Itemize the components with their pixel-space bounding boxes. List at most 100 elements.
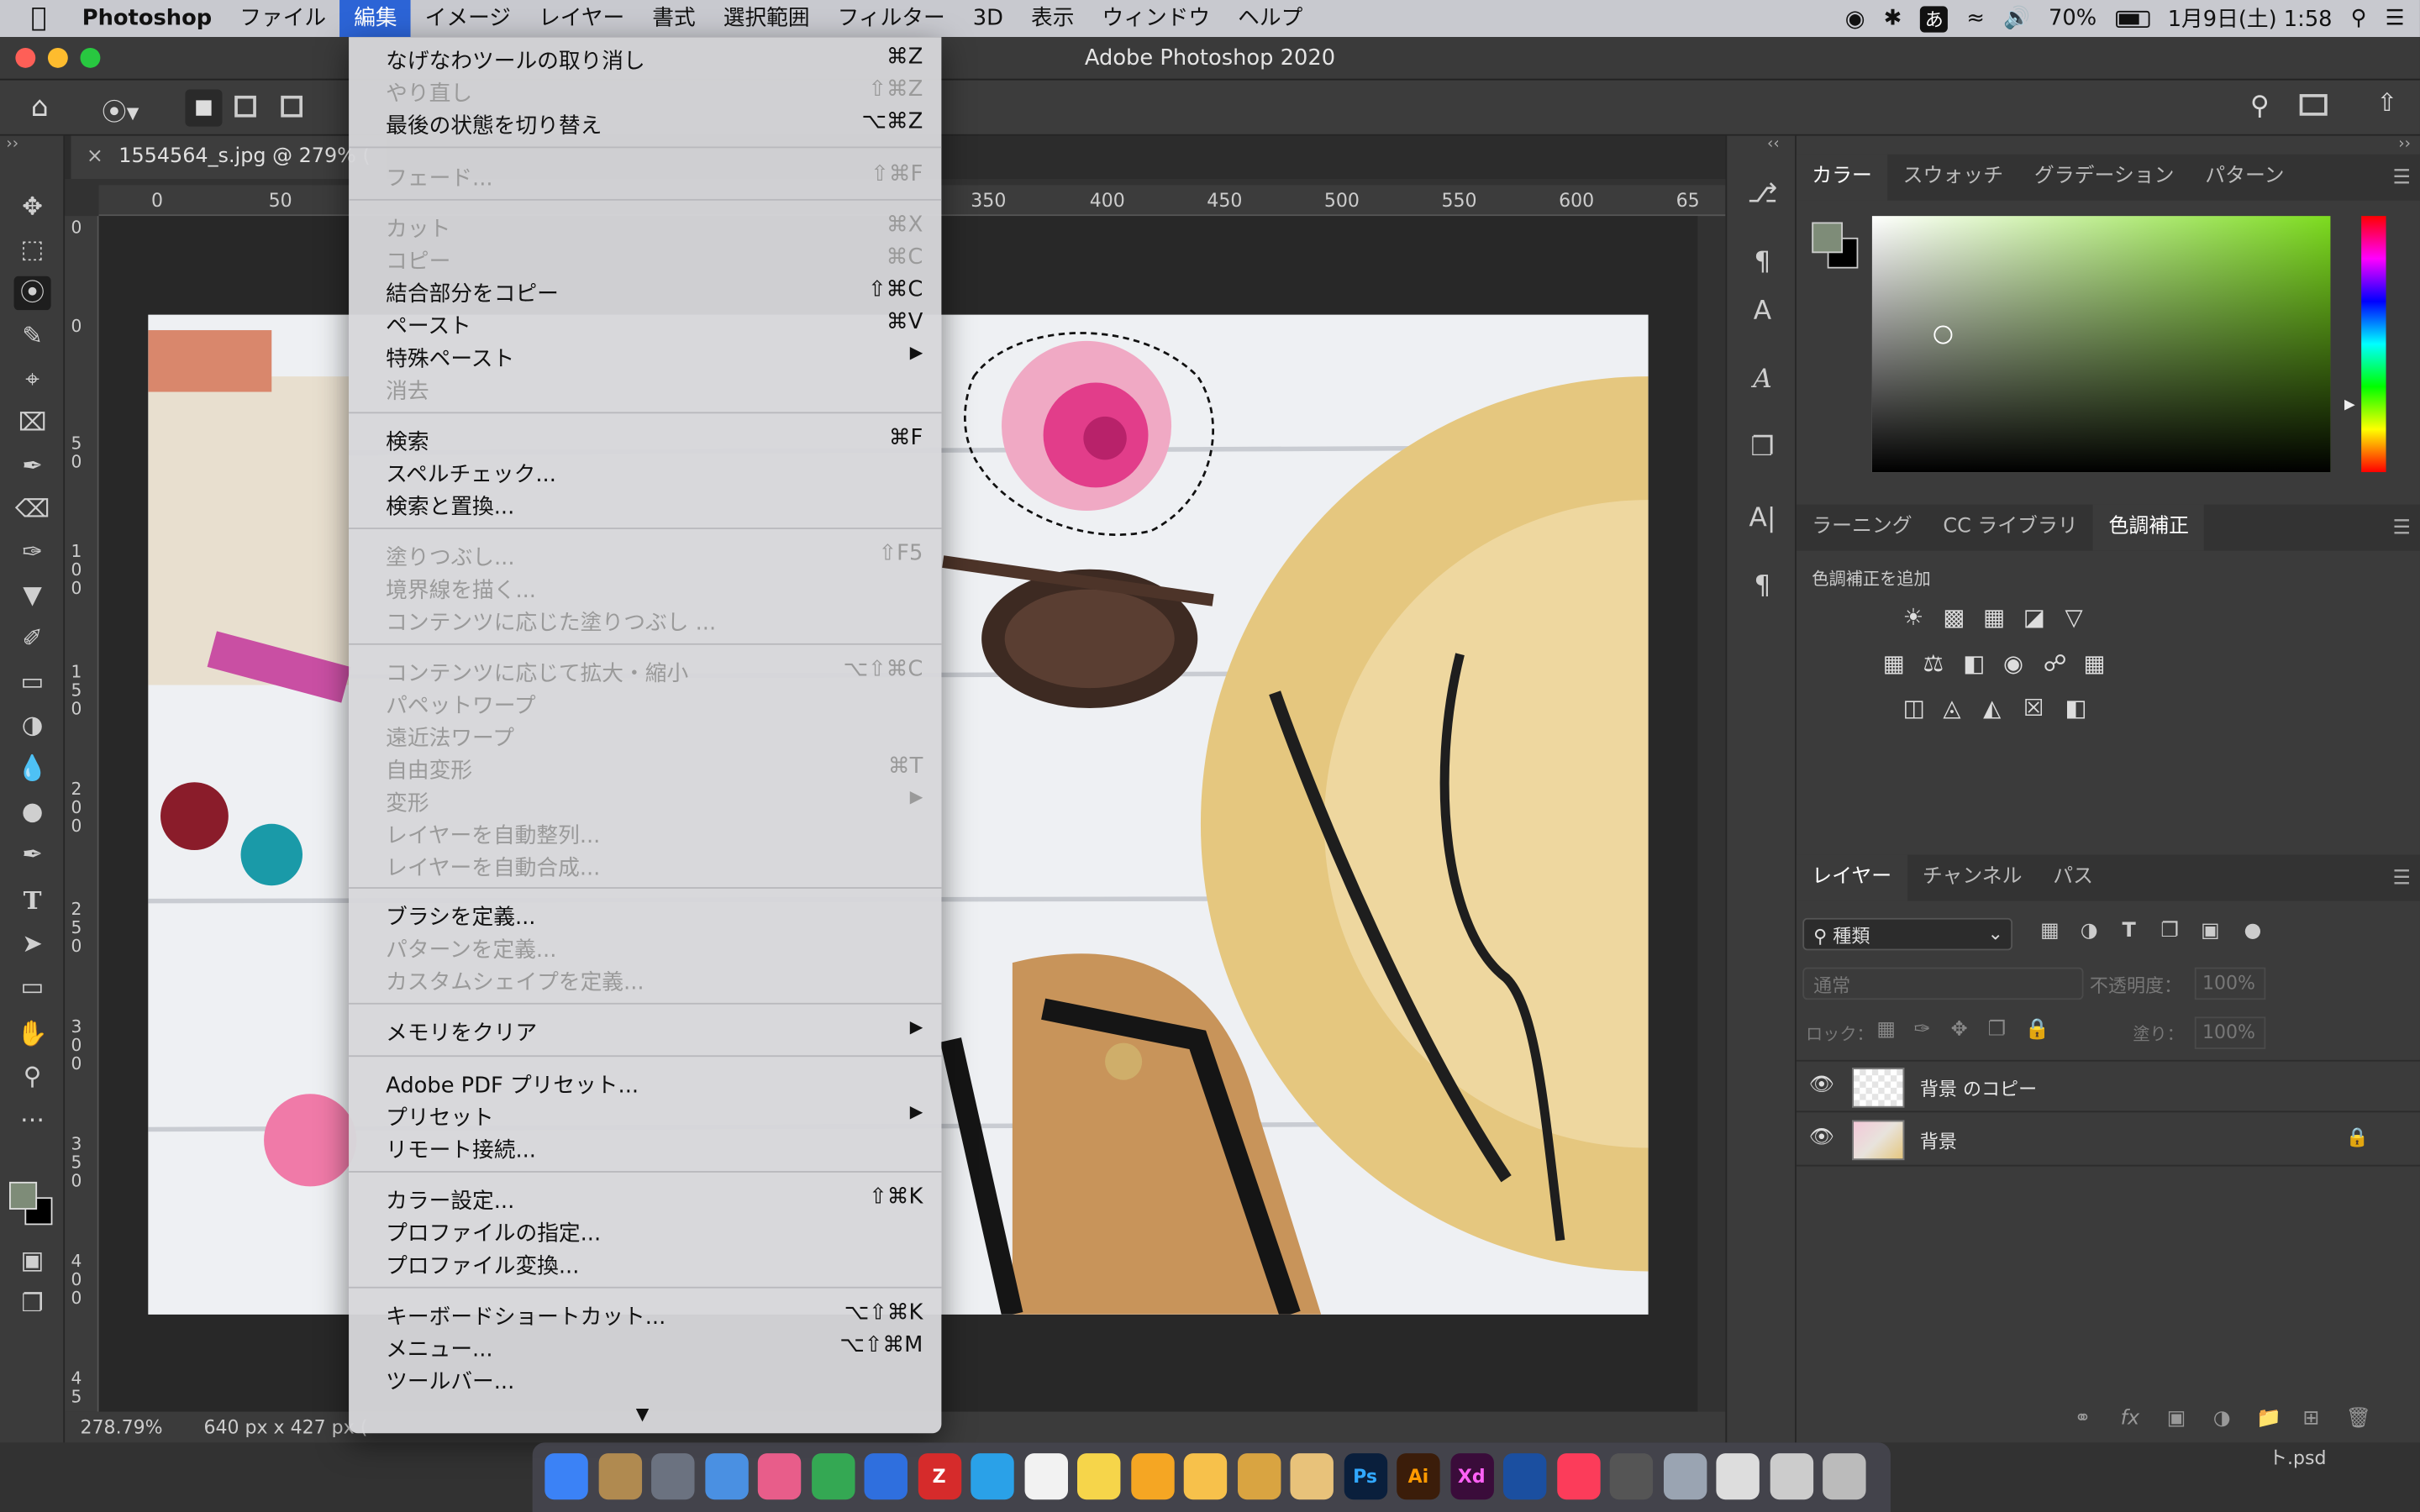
fill-field[interactable]: 100% [2194, 1016, 2266, 1049]
apple-icon[interactable]:  [0, 0, 68, 37]
collapse-panels-icon[interactable]: ›› [2398, 136, 2411, 153]
menu-item-clear[interactable]: 消去 [349, 372, 941, 404]
layer-row[interactable]: 👁 背景 🔒 [1796, 1114, 2420, 1167]
lock-artboard-icon[interactable]: ❐ [1988, 1018, 2006, 1042]
tab-gradients[interactable]: グラデーション [2018, 155, 2189, 201]
menu-item-convert-profile[interactable]: プロファイル変換... [349, 1247, 941, 1278]
tab-swatches[interactable]: スウォッチ [1887, 155, 2018, 201]
menu-item-copy-merged[interactable]: 結合部分をコピー ⇧⌘C [349, 275, 941, 307]
menu-item-assign-profile[interactable]: プロファイルの指定... [349, 1214, 941, 1247]
healing-brush-tool-icon[interactable]: ⌫ [14, 492, 51, 526]
dock-app-icon[interactable] [811, 1453, 855, 1500]
dock-app-icon[interactable] [864, 1453, 908, 1500]
menu-item-cut[interactable]: カット ⌘X [349, 210, 941, 242]
menu-item-auto-blend[interactable]: レイヤーを自動合成... [349, 848, 941, 880]
paint-bucket-tool-icon[interactable]: ◑ [14, 708, 51, 742]
home-icon[interactable]: ⌂ [31, 91, 49, 123]
lock-transparent-icon[interactable]: ▦ [1876, 1018, 1896, 1042]
dock-app-icon[interactable] [1130, 1453, 1174, 1500]
zoom-level[interactable]: 278.79% [81, 1416, 163, 1438]
eyedropper-tool-icon[interactable]: ✒ [14, 449, 51, 482]
link-layers-icon[interactable]: ⚭ [2075, 1407, 2091, 1431]
menu-item-stroke[interactable]: 境界線を描く... [349, 571, 941, 603]
menu-item-spellcheck[interactable]: スペルチェック... [349, 455, 941, 487]
quick-select-tool-icon[interactable]: ✎ [14, 319, 51, 353]
3d-panel-icon[interactable]: ❐ [1744, 429, 1781, 466]
tab-paths[interactable]: パス [2038, 855, 2109, 901]
menu-help[interactable]: ヘルプ [1224, 0, 1317, 37]
rectangle-tool-icon[interactable]: ▭ [14, 970, 51, 1004]
type-tool-icon[interactable]: T [14, 884, 51, 917]
tab-adjustments[interactable]: 色調補正 [2093, 504, 2205, 551]
menu-item-define-shape[interactable]: カスタムシェイプを定義... [349, 963, 941, 995]
dock-app-icon[interactable]: Z [917, 1453, 961, 1500]
dock-app-icon[interactable] [1823, 1453, 1866, 1500]
paragraph-styles-icon[interactable]: ¶ [1744, 244, 1781, 281]
input-method-icon[interactable]: あ [1920, 5, 1949, 32]
creative-cloud-icon[interactable]: ◉ [1845, 5, 1865, 33]
notification-center-icon[interactable]: ☰ [2386, 6, 2405, 30]
menu-item-purge[interactable]: メモリをクリア ▶ [349, 1014, 941, 1046]
opacity-field[interactable]: 100% [2194, 967, 2266, 1000]
color-field[interactable] [1871, 216, 2331, 473]
dodge-tool-icon[interactable]: ● [14, 795, 51, 828]
brush-tool-icon[interactable]: ✑ [14, 535, 51, 569]
gradient-map-icon[interactable]: ◧ [2065, 695, 2087, 722]
lock-all-icon[interactable]: 🔒 [2025, 1018, 2050, 1042]
menu-item-keyboard-shortcuts[interactable]: キーボードショートカット... ⌥⇧⌘K [349, 1298, 941, 1330]
panel-menu-icon[interactable]: ☰ [2393, 517, 2411, 540]
dock-app-icon[interactable] [1609, 1453, 1654, 1500]
dock-app-icon[interactable] [1556, 1453, 1600, 1500]
menu-item-define-brush[interactable]: ブラシを定義... [349, 898, 941, 930]
battery-icon[interactable] [2115, 9, 2149, 28]
layer-row[interactable]: 👁 背景 のコピー [1796, 1059, 2420, 1113]
menu-select[interactable]: 選択範囲 [709, 0, 823, 37]
crop-tool-icon[interactable]: ⌖ [14, 363, 51, 396]
menu-image[interactable]: イメージ [411, 0, 524, 37]
dock-app-icon[interactable] [597, 1453, 642, 1500]
curves-icon[interactable]: ▦ [1983, 603, 2005, 631]
pen-tool-icon[interactable]: ✒ [14, 837, 51, 871]
menu-layer[interactable]: レイヤー [525, 0, 639, 37]
tab-libraries[interactable]: CC ライブラリ [1928, 505, 2093, 551]
menu-window[interactable]: ウィンドウ [1088, 0, 1224, 37]
bluetooth-icon[interactable]: ✱ [1884, 6, 1902, 30]
menu-file[interactable]: ファイル [226, 0, 340, 37]
menu-item-paste-special[interactable]: 特殊ペースト ▶ [349, 339, 941, 372]
blur-tool-icon[interactable]: 💧 [14, 751, 51, 785]
menu-item-fade[interactable]: フェード... ⇧⌘F [349, 159, 941, 192]
add-mask-icon[interactable]: ▣ [2167, 1407, 2186, 1431]
type-filter-icon[interactable]: T [2122, 920, 2135, 943]
panel-menu-icon[interactable]: ☰ [2393, 867, 2411, 890]
menu-item-menus[interactable]: メニュー... ⌥⇧⌘M [349, 1330, 941, 1362]
hue-saturation-icon[interactable]: ▦ [1883, 649, 1905, 677]
dock-app-icon[interactable] [1183, 1453, 1228, 1500]
collapse-toolbar-icon[interactable]: ›› [6, 136, 18, 153]
zoom-tool-icon[interactable]: ⚲ [14, 1060, 51, 1094]
history-panel-icon[interactable]: ⎇ [1744, 176, 1781, 213]
dock-app-icon[interactable]: Ai [1397, 1453, 1440, 1500]
document-tab[interactable]: × 1554564_s.jpg @ 279% ( [71, 135, 387, 180]
eye-icon[interactable]: 👁 [1809, 1074, 1834, 1097]
layer-name[interactable]: 背景 のコピー [1920, 1075, 2037, 1101]
vibrance-icon[interactable]: ▽ [2065, 603, 2083, 631]
menu-item-puppet-warp[interactable]: パペットワープ [349, 686, 941, 719]
dock-app-icon[interactable] [704, 1453, 748, 1500]
search-icon[interactable]: ⚲ [2250, 91, 2270, 122]
adjustment-filter-icon[interactable]: ◑ [2081, 920, 2098, 943]
add-selection-icon[interactable] [234, 95, 256, 118]
new-group-icon[interactable]: 📁 [2256, 1407, 2281, 1431]
channel-mixer-icon[interactable]: ☍ [2044, 649, 2067, 677]
eye-icon[interactable]: 👁 [1809, 1126, 1834, 1150]
menu-item-paste[interactable]: ペースト ⌘V [349, 307, 941, 339]
paragraph-panel-icon[interactable]: ¶ [1744, 568, 1781, 605]
edit-toolbar-icon[interactable]: ⋯ [14, 1103, 51, 1137]
black-white-icon[interactable]: ◧ [1963, 649, 1985, 677]
dock-app-icon[interactable] [971, 1453, 1014, 1500]
menu-scroll-down-icon[interactable]: ▼ [636, 1404, 650, 1424]
document-size[interactable]: 640 px x 427 px ( [203, 1416, 367, 1438]
eraser-tool-icon[interactable]: ▭ [14, 665, 51, 699]
lock-position-icon[interactable]: ✥ [1951, 1018, 1968, 1042]
exposure-icon[interactable]: ◪ [2023, 603, 2045, 631]
quick-mask-icon[interactable]: ▣ [14, 1243, 51, 1277]
